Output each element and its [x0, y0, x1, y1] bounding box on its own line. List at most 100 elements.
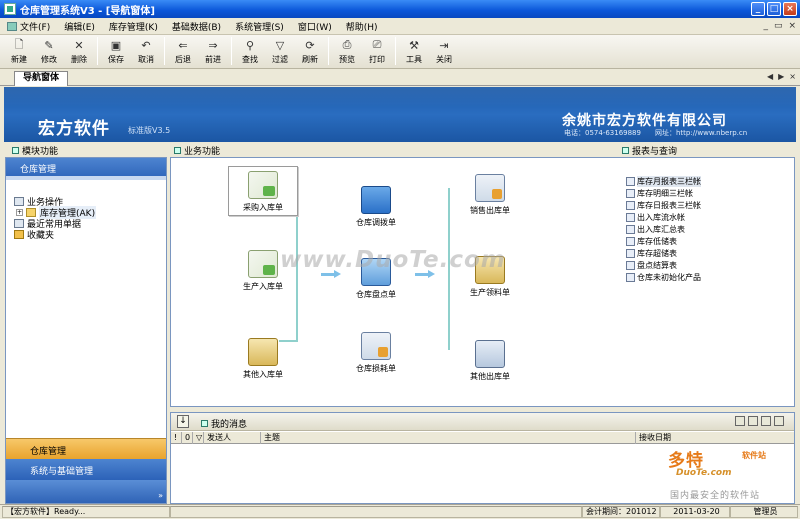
module-tree: 业务操作 + 库存管理(AK) 最近常用单据 收藏夹	[14, 196, 97, 241]
nav-system-basic-management[interactable]: 系统与基础管理	[6, 459, 166, 480]
expand-icon[interactable]: +	[16, 209, 23, 216]
report-item[interactable]: 库存低储表	[626, 236, 677, 247]
menu-help[interactable]: 帮助(H)	[339, 20, 385, 33]
mdi-close-button[interactable]: ×	[788, 21, 796, 31]
print-preview-icon: ⎙	[342, 38, 352, 51]
header-banner: 宏方软件 标准版V3.5 余姚市宏方软件有限公司 电话：0574-6316988…	[4, 87, 796, 142]
menu-file[interactable]: 文件(F)	[0, 20, 57, 33]
tools-icon: ⚒	[409, 38, 419, 52]
barcode-icon	[248, 338, 278, 366]
report-item[interactable]: 库存月报表三栏帐	[626, 176, 701, 187]
back-button[interactable]: ⇐ 后退	[168, 35, 198, 67]
new-button[interactable]: 🗋 新建	[4, 35, 34, 67]
loss-doc-icon	[361, 332, 391, 360]
other-in-doc[interactable]: 其他入库单	[228, 338, 298, 380]
section-bullet-icon	[12, 147, 19, 154]
tab-navigation-form[interactable]: 导航窗体	[14, 71, 69, 86]
find-button[interactable]: ⚲ 查找	[235, 35, 265, 67]
section-bullet-icon	[622, 147, 629, 154]
pin-icon[interactable]	[774, 416, 784, 426]
edition-label: 标准版V3.5	[128, 126, 171, 135]
report-item[interactable]: 出入库汇总表	[626, 224, 685, 235]
report-icon	[626, 189, 635, 198]
tools-button[interactable]: ⚒ 工具	[399, 35, 429, 67]
new-message-icon[interactable]	[735, 416, 745, 426]
status-app: 【宏方软件】Ready...	[2, 506, 170, 518]
maximize-button[interactable]: □	[767, 2, 781, 16]
sales-out-doc[interactable]: 销售出库单	[455, 174, 525, 216]
loss-doc[interactable]: 仓库损耗单	[341, 332, 411, 374]
edit-button[interactable]: ✎ 修改	[34, 35, 64, 67]
col-subject[interactable]: 主题	[261, 432, 636, 444]
cancel-button[interactable]: ↶ 取消	[131, 35, 161, 67]
edit-message-icon[interactable]	[761, 416, 771, 426]
transfer-doc[interactable]: 仓库调拨单	[341, 186, 411, 228]
pencil-icon: ✎	[44, 38, 54, 52]
menu-window[interactable]: 窗口(W)	[291, 20, 339, 33]
chevron-right-icon[interactable]: »	[158, 491, 163, 500]
report-item[interactable]: 库存日报表三栏帐	[626, 200, 701, 211]
undo-icon: ↶	[141, 38, 151, 52]
production-doc-icon	[248, 250, 278, 278]
pencil-doc-icon	[475, 340, 505, 368]
mdi-minimize-button[interactable]: _	[763, 21, 768, 31]
app-icon	[4, 3, 16, 15]
col-sender[interactable]: 发送人	[204, 432, 261, 444]
watermark-text: www.DuoTe.com	[280, 247, 506, 273]
tab-scroll-left-icon[interactable]: ◀	[767, 72, 773, 81]
menu-basic-data[interactable]: 基础数据(B)	[165, 20, 228, 33]
purchase-in-doc[interactable]: 采购入库单	[228, 166, 298, 216]
report-item[interactable]: 库存超储表	[626, 248, 677, 259]
watermark-logo-small: 软件站	[742, 451, 766, 460]
watermark-logo-en: DuoTe.com	[676, 468, 732, 478]
refresh-button[interactable]: ⟳ 刷新	[295, 35, 325, 67]
filter-button[interactable]: ▽ 过滤	[265, 35, 295, 67]
col-flag[interactable]: !	[171, 432, 182, 444]
other-out-doc[interactable]: 其他出库单	[455, 340, 525, 382]
brand-name: 宏方软件	[38, 119, 110, 139]
menu-inventory[interactable]: 库存管理(K)	[102, 20, 165, 33]
report-icon	[626, 261, 635, 270]
printer-icon: ⎚	[372, 38, 382, 51]
messages-header: ↓ 我的消息	[171, 413, 794, 431]
save-button[interactable]: ▣ 保存	[101, 35, 131, 67]
report-icon	[626, 177, 635, 186]
col-filter[interactable]: ▽	[193, 432, 204, 444]
menu-system[interactable]: 系统管理(S)	[228, 20, 291, 33]
report-icon	[626, 249, 635, 258]
refresh-icon: ⟳	[305, 38, 315, 52]
forward-button[interactable]: ⇒ 前进	[198, 35, 228, 67]
print-message-icon[interactable]	[748, 416, 758, 426]
exit-door-icon: ⇥	[439, 38, 449, 52]
tab-close-icon[interactable]: ×	[789, 72, 796, 81]
close-window-button[interactable]: ×	[783, 2, 797, 16]
col-attachment[interactable]: 0	[182, 432, 193, 444]
menu-icon	[7, 21, 17, 31]
col-received-date[interactable]: 接收日期	[636, 432, 794, 444]
download-icon[interactable]: ↓	[177, 415, 189, 428]
folder-tree-icon	[14, 197, 24, 206]
toolbar: 🗋 新建 ✎ 修改 ✕ 删除 ▣ 保存 ↶ 取消 ⇐ 后退 ⇒ 前进 ⚲ 查找 ▽ 过滤 ⟳ 刷新 …	[0, 35, 800, 69]
section-modules: 模块功能	[12, 145, 58, 157]
section-business: 业务功能	[174, 145, 220, 157]
report-item[interactable]: 仓库未初始化产品	[626, 272, 701, 283]
tab-scroll-right-icon[interactable]: ▶	[778, 72, 784, 81]
title-bar: 仓库管理系统V3 - [导航窗体] _ □ ×	[0, 0, 800, 18]
menu-edit[interactable]: 编辑(E)	[57, 20, 102, 33]
nav-warehouse-management[interactable]: 仓库管理	[6, 438, 166, 459]
report-icon	[626, 201, 635, 210]
nav-more-bar[interactable]: »	[6, 480, 166, 503]
report-item[interactable]: 出入库流水帐	[626, 212, 685, 223]
recent-docs-icon	[14, 219, 24, 228]
report-item[interactable]: 库存明细三栏帐	[626, 188, 693, 199]
business-function-panel: 采购入库单 生产入库单 其他入库单 仓库调拨单 仓库盘点单 仓库损耗单 销售出库…	[170, 157, 795, 407]
tree-item-favorites[interactable]: 收藏夹	[14, 229, 96, 241]
mdi-restore-button[interactable]: ▭	[774, 21, 783, 31]
minimize-button[interactable]: _	[751, 2, 765, 16]
menu-bar: 文件(F) 编辑(E) 库存管理(K) 基础数据(B) 系统管理(S) 窗口(W…	[0, 18, 800, 35]
close-button[interactable]: ⇥ 关闭	[429, 35, 459, 67]
print-button[interactable]: ⎚ 打印	[362, 35, 392, 67]
preview-button[interactable]: ⎙ 预览	[332, 35, 362, 67]
delete-button[interactable]: ✕ 删除	[64, 35, 94, 67]
report-item[interactable]: 盘点结算表	[626, 260, 677, 271]
